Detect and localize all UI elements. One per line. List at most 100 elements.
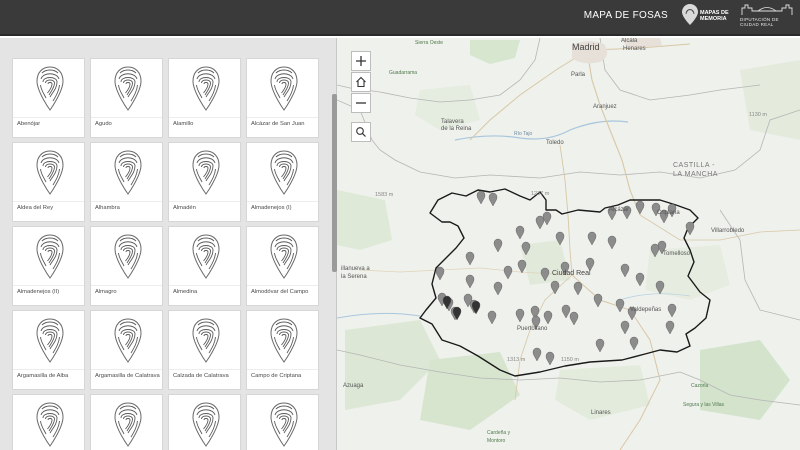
label-elev-1237: 1237 m bbox=[531, 191, 550, 197]
municipality-card[interactable]: Campo de Criptana bbox=[246, 310, 319, 390]
label-cazorla: Cazorla bbox=[691, 383, 709, 389]
label-azuaga: Azuaga bbox=[343, 383, 364, 389]
label-alcazar: Alcázar bbox=[609, 207, 630, 213]
search-icon bbox=[356, 127, 366, 137]
home-button[interactable] bbox=[351, 72, 371, 92]
mapas-de-memoria-logo[interactable]: MAPAS DE MEMORIA bbox=[680, 2, 732, 32]
municipality-card-label: Abenójar bbox=[17, 121, 41, 127]
plus-icon bbox=[356, 56, 366, 66]
municipality-card[interactable]: Alamillo bbox=[168, 58, 241, 138]
municipality-card[interactable]: Agudo bbox=[90, 58, 163, 138]
label-guadarrama: Guadarrama bbox=[389, 70, 418, 76]
label-aranjuez: Aranjuez bbox=[593, 104, 617, 110]
fingerprint-pin-icon bbox=[192, 402, 220, 447]
label-castilla: CASTILLA - bbox=[673, 162, 715, 169]
municipality-card[interactable]: Alhambra bbox=[90, 142, 163, 222]
municipality-card[interactable]: Argamasilla de Alba bbox=[12, 310, 85, 390]
municipality-card[interactable]: Aldea del Rey bbox=[12, 142, 85, 222]
label-henares: Henares bbox=[623, 46, 646, 52]
municipality-card[interactable]: Argamasilla de Calatrava bbox=[90, 310, 163, 390]
label-criptana: Criptana bbox=[657, 210, 680, 216]
municipality-card[interactable]: Almedina bbox=[168, 226, 241, 306]
municipality-card[interactable] bbox=[168, 394, 241, 450]
label-villanueva: illanueva a bbox=[341, 266, 370, 272]
fingerprint-pin-icon bbox=[36, 402, 64, 447]
card-divider bbox=[91, 369, 162, 370]
label-madrid: Madrid bbox=[572, 42, 600, 52]
card-divider bbox=[247, 117, 318, 118]
top-bar: MAPA DE FOSAS MAPAS DE MEMORIA DIPUTACIÓ… bbox=[0, 0, 800, 36]
municipality-card-label: Alhambra bbox=[95, 205, 120, 211]
label-sierra-oeste: Sierra Oeste bbox=[415, 40, 444, 46]
card-divider bbox=[169, 285, 240, 286]
municipality-card[interactable] bbox=[90, 394, 163, 450]
fingerprint-pin-icon bbox=[270, 150, 298, 195]
fingerprint-pin-icon bbox=[192, 234, 220, 279]
municipality-card-label: Campo de Criptana bbox=[251, 373, 302, 379]
card-divider bbox=[247, 201, 318, 202]
fingerprint-pin-icon bbox=[114, 150, 142, 195]
label-tomelloso: Tomelloso bbox=[663, 251, 691, 257]
label-puertollano: Puertollano bbox=[517, 326, 548, 332]
label-talavera: Talavera bbox=[441, 119, 464, 125]
municipality-card-label: Almagro bbox=[95, 289, 117, 295]
label-rio-tajo: Río Tajo bbox=[514, 131, 533, 137]
label-elev-1150: 1150 m bbox=[561, 357, 579, 363]
municipality-card[interactable]: Almagro bbox=[90, 226, 163, 306]
municipality-card[interactable] bbox=[246, 394, 319, 450]
municipality-card-label: Agudo bbox=[95, 121, 112, 127]
municipality-card[interactable]: Alcázar de San Juan bbox=[246, 58, 319, 138]
label-linares: Linares bbox=[591, 410, 611, 416]
fingerprint-pin-icon bbox=[270, 318, 298, 363]
search-button[interactable] bbox=[351, 122, 371, 142]
municipality-card[interactable] bbox=[12, 394, 85, 450]
municipality-card-label: Calzada de Calatrava bbox=[173, 373, 229, 379]
zoom-out-button[interactable] bbox=[351, 93, 371, 113]
card-divider bbox=[247, 285, 318, 286]
label-alcala: Alcalá bbox=[621, 38, 638, 44]
municipality-card[interactable]: Abenójar bbox=[12, 58, 85, 138]
minus-icon bbox=[356, 102, 366, 104]
municipality-card-label: Alamillo bbox=[173, 121, 194, 127]
fingerprint-pin-icon bbox=[270, 402, 298, 447]
municipality-card[interactable]: Almadenejos (I) bbox=[246, 142, 319, 222]
fingerprint-pin-icon bbox=[114, 402, 142, 447]
fingerprint-pin-icon bbox=[36, 66, 64, 111]
card-divider bbox=[169, 201, 240, 202]
label-toledo: Toledo bbox=[546, 140, 564, 146]
municipality-card-label: Almedina bbox=[173, 289, 198, 295]
municipality-card[interactable]: Almadenejos (II) bbox=[12, 226, 85, 306]
card-divider bbox=[91, 117, 162, 118]
card-divider bbox=[13, 285, 84, 286]
municipality-panel: Abenójar Agudo Alamillo Alcázar de San Juan… bbox=[0, 38, 337, 450]
diputacion-ciudad-real-logo[interactable]: DIPUTACIÓN DE CIUDAD REAL bbox=[738, 2, 796, 32]
map-view[interactable]: Madrid Alcalá Henares Parla Aranjuez Tal… bbox=[337, 38, 800, 450]
label-de-la-reina: de la Reina bbox=[441, 126, 472, 132]
label-la-serena: la Serena bbox=[341, 274, 367, 280]
fingerprint-pin-icon bbox=[114, 66, 142, 111]
fingerprint-pin-icon bbox=[36, 318, 64, 363]
municipality-card-label: Aldea del Rey bbox=[17, 205, 54, 211]
municipality-card[interactable]: Almodóvar del Campo bbox=[246, 226, 319, 306]
fingerprint-pin-icon bbox=[36, 150, 64, 195]
fingerprint-pin-icon bbox=[192, 150, 220, 195]
label-elev-1130: 1130 m bbox=[749, 112, 767, 118]
municipality-card-label: Alcázar de San Juan bbox=[251, 121, 305, 127]
card-divider bbox=[247, 369, 318, 370]
label-elev-1583: 1583 m bbox=[375, 192, 394, 198]
label-montoro: Montoro bbox=[487, 438, 506, 444]
label-parla: Parla bbox=[571, 72, 586, 78]
fingerprint-pin-icon bbox=[36, 234, 64, 279]
municipality-card[interactable]: Calzada de Calatrava bbox=[168, 310, 241, 390]
municipality-card-label: Argamasilla de Alba bbox=[17, 373, 69, 379]
label-valdepenas: Valdepeñas bbox=[630, 307, 662, 313]
fingerprint-pin-icon bbox=[114, 318, 142, 363]
page-title: MAPA DE FOSAS bbox=[583, 10, 668, 21]
municipality-card-label: Almadenejos (II) bbox=[17, 289, 60, 295]
fingerprint-pin-icon bbox=[192, 318, 220, 363]
fingerprint-pin-icon bbox=[192, 66, 220, 111]
basemap bbox=[337, 38, 800, 450]
municipality-card[interactable]: Almadén bbox=[168, 142, 241, 222]
zoom-in-button[interactable] bbox=[351, 51, 371, 71]
logo-pin-icon bbox=[682, 4, 698, 25]
